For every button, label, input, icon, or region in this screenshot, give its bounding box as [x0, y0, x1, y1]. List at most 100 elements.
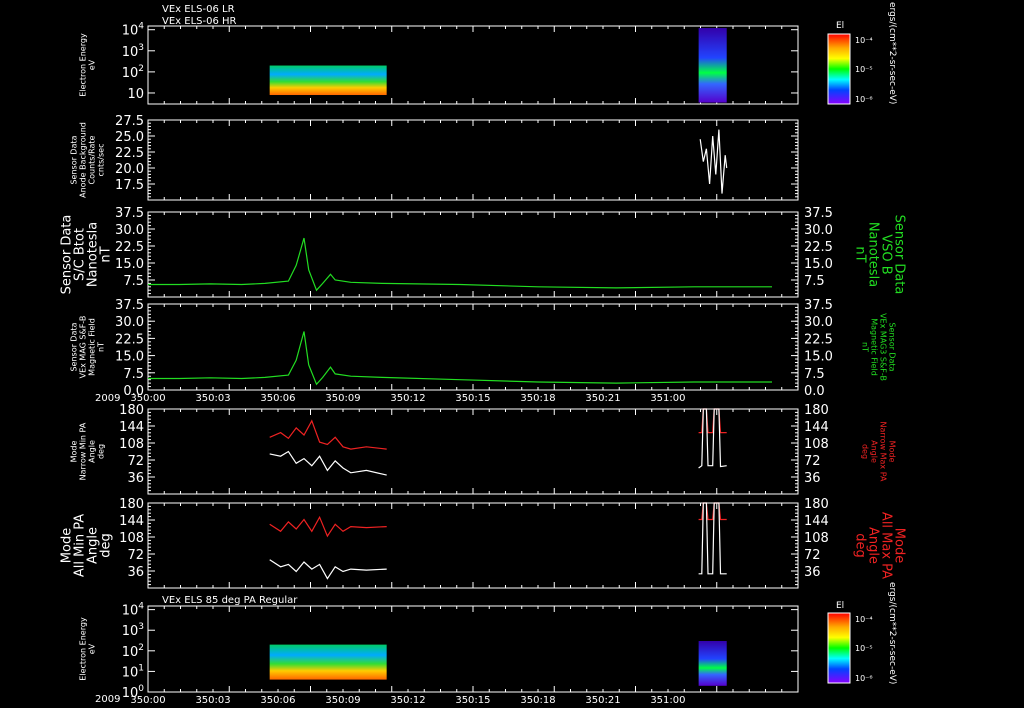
y-tick-label-right: 0.0: [804, 384, 825, 399]
y-tick-label: 108: [119, 437, 144, 452]
y-tick-label: 101: [122, 663, 144, 680]
y-tick-label-right: 36: [804, 565, 821, 580]
colorbar-unit: ergs/(cm**2-sr-sec-eV): [887, 2, 897, 104]
y-tick-label-right: 7.5: [804, 367, 825, 382]
header-line-1: VEx ELS-06 LR: [162, 4, 235, 15]
y-tick-label: 103: [122, 43, 144, 60]
colorbar-title: El: [836, 601, 844, 611]
x-tick-label: 350:06: [260, 393, 295, 404]
panel-energy_top: 104 103 102 10 Electron Energy eV: [79, 22, 799, 105]
colorbar-tick: 10⁻⁴: [855, 36, 873, 45]
x-tick-label: 350:09: [325, 393, 360, 404]
colorbar-tick: 10⁻⁶: [855, 95, 873, 104]
bottom-header: VEx ELS 85 deg PA Regular: [162, 595, 298, 606]
y-tick-label-right: 144: [804, 420, 829, 435]
x-tick-label: 350:03: [195, 393, 230, 404]
y-axis-label: Sensor Data Anode Background Counts/Rate cn…: [70, 122, 106, 198]
y-tick-label: 108: [119, 531, 144, 546]
panel-mag: 37.5 37.5 30.0 30.0 22.5 22.5 15.0 15.0 7.5 7.5 0.…: [70, 298, 897, 399]
y-axis-label-right: Sensor DataVEx MAG3 S&F-BMagnetic Fieldn…: [861, 313, 897, 381]
series-line-white: [269, 450, 387, 476]
panel-frame: [147, 303, 799, 391]
series-line-red: [269, 419, 387, 450]
series-line-white: [699, 129, 728, 194]
y-tick-label-right: 36: [804, 471, 821, 486]
x-tick-label: 350:12: [390, 393, 425, 404]
series-line-green: [148, 237, 772, 292]
y-axis-label: ModeAll Min PAAngledeg: [60, 514, 114, 577]
y-axis-label-line: eV: [88, 643, 97, 654]
y-tick-label-right: 22.5: [804, 240, 833, 255]
y-tick-label: 22.5: [115, 146, 144, 161]
y-axis-label-right-line: nT: [853, 246, 868, 262]
y-axis-label: Electron Energy eV: [79, 617, 97, 681]
y-axis-label-right: ModeNarrow Max PAAngledeg: [861, 422, 897, 483]
y-tick-label: 22.5: [115, 332, 144, 347]
panel-scbtot: 37.5 37.5 30.0 30.0 22.5 22.5 15.0 15.0 7.5 7.5 Se…: [60, 206, 907, 298]
y-tick-label-right: 108: [804, 531, 829, 546]
y-axis-label-line: nT: [97, 342, 106, 352]
y-axis-label-right: Sensor DataVSO BNanoteslanT: [853, 215, 907, 295]
y-axis-label: Sensor DataS/C BtotNanoteslanT: [60, 215, 114, 295]
series-line-white: [269, 559, 387, 580]
x-axis-labels-bottom: 350:00 350:03 350:06 350:09 350:12 350:15 350:…: [130, 695, 685, 706]
series-line-white: [698, 408, 727, 469]
colorbar-tick: 10⁻⁴: [855, 615, 873, 624]
y-tick-label: 0.0: [123, 384, 144, 399]
year-label: 2009: [95, 694, 120, 705]
y-tick-label-right: 72: [804, 454, 821, 469]
y-axis-label-right-line: deg: [861, 444, 870, 459]
y-tick-label-right: 108: [804, 437, 829, 452]
y-axis-label-line: deg: [97, 444, 106, 459]
panel-narrow_pa: 180 180144 144108 10872 7236 36Mode Narrow Min…: [70, 403, 897, 495]
y-axis-label-right-line: deg: [853, 533, 868, 558]
colorbar-tick: 10⁻⁶: [855, 674, 873, 683]
y-axis-label-right-line: Sensor Data: [888, 322, 897, 371]
x-tick-label: 350:21: [585, 393, 620, 404]
y-tick-label: 72: [127, 454, 144, 469]
y-tick-label-right: 37.5: [804, 206, 833, 221]
x-tick-label: 351:00: [650, 393, 685, 404]
spectrogram-block: [269, 644, 387, 680]
y-tick-label: 22.5: [115, 240, 144, 255]
y-axis-label-right: ModeAll Max PAAngledeg: [853, 512, 907, 579]
y-axis-label-line: Anode Background: [79, 122, 88, 198]
y-axis-label: Electron Energy eV: [79, 33, 97, 97]
y-axis-label-right-line: nT: [861, 342, 870, 352]
y-tick-label: 36: [127, 565, 144, 580]
y-axis-label-line: Electron Energy: [79, 617, 88, 681]
y-tick-label-right: 180: [804, 403, 829, 418]
y-tick-label: 15.0: [115, 257, 144, 272]
y-tick-label-right: 30.0: [804, 223, 833, 238]
y-tick-label: 102: [122, 64, 144, 81]
series-line-red: [269, 515, 387, 538]
y-tick-label-right: 30.0: [804, 315, 833, 330]
y-tick-label-right: 72: [804, 548, 821, 563]
y-tick-label: 144: [119, 514, 144, 529]
panel-energy_bottom: 104103102101100Electron Energy eV: [79, 602, 799, 701]
y-tick-label-right: 7.5: [804, 274, 825, 289]
x-tick-label: 350:21: [585, 695, 620, 706]
y-axis-label-line: cnts/sec: [97, 144, 106, 177]
y-tick-label: 27.5: [115, 114, 144, 129]
y-tick-label-right: 180: [804, 497, 829, 512]
y-tick-label: 25.0: [115, 130, 144, 145]
y-axis-label-right-line: Mode: [888, 441, 897, 463]
y-tick-label: 30.0: [115, 223, 144, 238]
y-axis-label-line: eV: [88, 59, 97, 70]
y-tick-label: 104: [122, 602, 145, 619]
y-axis-label-line: VEx MAG S&F-B: [79, 316, 88, 379]
y-tick-label: 10: [127, 87, 144, 102]
year-label: 2009: [95, 393, 120, 404]
colorbar-top: El 10⁻⁴ 10⁻⁵ 10⁻⁶ ergs/(cm**2-sr-sec-eV): [827, 2, 897, 105]
panel-frame: [147, 119, 799, 201]
y-tick-label: 15.0: [115, 350, 144, 365]
y-axis-label-right-line: Magnetic Field: [870, 318, 879, 376]
y-tick-label: 103: [122, 622, 144, 639]
y-tick-label: 37.5: [115, 298, 144, 313]
y-tick-label: 102: [122, 643, 144, 660]
y-axis-label: Sensor Data VEx MAG S&F-B Magnetic Field nT: [70, 316, 106, 379]
y-axis-label-line: Mode: [70, 441, 79, 463]
y-tick-label: 20.0: [115, 162, 144, 177]
y-axis-label-right-line: Narrow Max PA: [879, 422, 888, 483]
